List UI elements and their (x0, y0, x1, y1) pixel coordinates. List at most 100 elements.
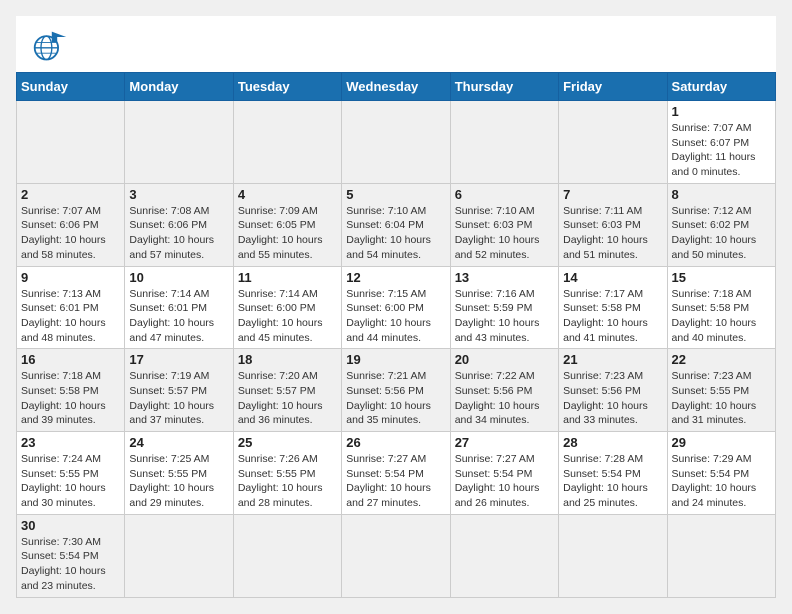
calendar-week-row: 30Sunrise: 7:30 AMSunset: 5:54 PMDayligh… (17, 514, 776, 597)
day-number: 27 (455, 435, 554, 450)
day-number: 26 (346, 435, 445, 450)
day-number: 20 (455, 352, 554, 367)
calendar-cell: 4 Sunrise: 7:09 AMSunset: 6:05 PMDaylight… (233, 183, 341, 266)
calendar-cell: 6 Sunrise: 7:10 AMSunset: 6:03 PMDaylight… (450, 183, 558, 266)
calendar-week-row: 2Sunrise: 7:07 AMSunset: 6:06 PMDaylight… (17, 183, 776, 266)
calendar-cell: 16 Sunrise: 7:18 AMSunset: 5:58 PMDayligh… (17, 349, 125, 432)
day-number: 29 (672, 435, 771, 450)
day-number: 14 (563, 270, 662, 285)
calendar-cell: 15Sunrise: 7:18 AMSunset: 5:58 PMDayligh… (667, 266, 775, 349)
day-number: 24 (129, 435, 228, 450)
day-info: Sunrise: 7:19 AMSunset: 5:57 PMDaylight:… (129, 369, 228, 428)
calendar-cell: 20 Sunrise: 7:22 AMSunset: 5:56 PMDayligh… (450, 349, 558, 432)
calendar-cell: 5 Sunrise: 7:10 AMSunset: 6:04 PMDaylight… (342, 183, 450, 266)
calendar-cell: 12 Sunrise: 7:15 AMSunset: 6:00 PMDayligh… (342, 266, 450, 349)
calendar-cell (342, 101, 450, 184)
calendar-cell: 2Sunrise: 7:07 AMSunset: 6:06 PMDaylight… (17, 183, 125, 266)
day-header-saturday: Saturday (667, 73, 775, 101)
day-info: Sunrise: 7:10 AMSunset: 6:04 PMDaylight:… (346, 204, 445, 263)
day-number: 25 (238, 435, 337, 450)
day-info: Sunrise: 7:07 AMSunset: 6:06 PMDaylight:… (21, 204, 120, 263)
day-number: 5 (346, 187, 445, 202)
day-info: Sunrise: 7:30 AMSunset: 5:54 PMDaylight:… (21, 535, 120, 594)
day-header-tuesday: Tuesday (233, 73, 341, 101)
day-info: Sunrise: 7:22 AMSunset: 5:56 PMDaylight:… (455, 369, 554, 428)
calendar-week-row: 1 Sunrise: 7:07 AMSunset: 6:07 PMDaylight… (17, 101, 776, 184)
calendar-cell: 9Sunrise: 7:13 AMSunset: 6:01 PMDaylight… (17, 266, 125, 349)
calendar-cell (17, 101, 125, 184)
day-info: Sunrise: 7:21 AMSunset: 5:56 PMDaylight:… (346, 369, 445, 428)
calendar-body: 1 Sunrise: 7:07 AMSunset: 6:07 PMDaylight… (17, 101, 776, 598)
days-header-row: SundayMondayTuesdayWednesdayThursdayFrid… (17, 73, 776, 101)
day-info: Sunrise: 7:23 AMSunset: 5:55 PMDaylight:… (672, 369, 771, 428)
day-info: Sunrise: 7:18 AMSunset: 5:58 PMDaylight:… (21, 369, 120, 428)
day-info: Sunrise: 7:11 AMSunset: 6:03 PMDaylight:… (563, 204, 662, 263)
calendar-cell: 1 Sunrise: 7:07 AMSunset: 6:07 PMDaylight… (667, 101, 775, 184)
day-info: Sunrise: 7:26 AMSunset: 5:55 PMDaylight:… (238, 452, 337, 511)
calendar-cell: 10Sunrise: 7:14 AMSunset: 6:01 PMDayligh… (125, 266, 233, 349)
day-info: Sunrise: 7:08 AMSunset: 6:06 PMDaylight:… (129, 204, 228, 263)
calendar-cell: 8 Sunrise: 7:12 AMSunset: 6:02 PMDaylight… (667, 183, 775, 266)
logo (32, 28, 74, 64)
day-info: Sunrise: 7:10 AMSunset: 6:03 PMDaylight:… (455, 204, 554, 263)
day-header-sunday: Sunday (17, 73, 125, 101)
calendar-week-row: 23 Sunrise: 7:24 AMSunset: 5:55 PMDayligh… (17, 432, 776, 515)
day-info: Sunrise: 7:25 AMSunset: 5:55 PMDaylight:… (129, 452, 228, 511)
day-header-wednesday: Wednesday (342, 73, 450, 101)
calendar-cell (125, 514, 233, 597)
calendar-cell: 27Sunrise: 7:27 AMSunset: 5:54 PMDayligh… (450, 432, 558, 515)
day-number: 8 (672, 187, 771, 202)
day-number: 19 (346, 352, 445, 367)
calendar-cell: 24 Sunrise: 7:25 AMSunset: 5:55 PMDayligh… (125, 432, 233, 515)
day-number: 17 (129, 352, 228, 367)
calendar-cell: 14 Sunrise: 7:17 AMSunset: 5:58 PMDayligh… (559, 266, 667, 349)
calendar-cell: 19 Sunrise: 7:21 AMSunset: 5:56 PMDayligh… (342, 349, 450, 432)
day-number: 18 (238, 352, 337, 367)
day-number: 21 (563, 352, 662, 367)
calendar-cell (342, 514, 450, 597)
calendar-cell: 22Sunrise: 7:23 AMSunset: 5:55 PMDayligh… (667, 349, 775, 432)
calendar-cell: 30Sunrise: 7:30 AMSunset: 5:54 PMDayligh… (17, 514, 125, 597)
day-header-monday: Monday (125, 73, 233, 101)
calendar-cell: 11Sunrise: 7:14 AMSunset: 6:00 PMDayligh… (233, 266, 341, 349)
calendar-cell: 21 Sunrise: 7:23 AMSunset: 5:56 PMDayligh… (559, 349, 667, 432)
calendar-cell (233, 101, 341, 184)
day-number: 12 (346, 270, 445, 285)
day-info: Sunrise: 7:20 AMSunset: 5:57 PMDaylight:… (238, 369, 337, 428)
day-number: 16 (21, 352, 120, 367)
day-number: 10 (129, 270, 228, 285)
day-info: Sunrise: 7:13 AMSunset: 6:01 PMDaylight:… (21, 287, 120, 346)
day-info: Sunrise: 7:16 AMSunset: 5:59 PMDaylight:… (455, 287, 554, 346)
day-number: 13 (455, 270, 554, 285)
day-info: Sunrise: 7:15 AMSunset: 6:00 PMDaylight:… (346, 287, 445, 346)
calendar-week-row: 16 Sunrise: 7:18 AMSunset: 5:58 PMDayligh… (17, 349, 776, 432)
day-number: 23 (21, 435, 120, 450)
day-number: 6 (455, 187, 554, 202)
calendar-cell (559, 101, 667, 184)
calendar-cell: 25 Sunrise: 7:26 AMSunset: 5:55 PMDayligh… (233, 432, 341, 515)
calendar-cell: 29 Sunrise: 7:29 AMSunset: 5:54 PMDayligh… (667, 432, 775, 515)
calendar-cell (667, 514, 775, 597)
day-info: Sunrise: 7:17 AMSunset: 5:58 PMDaylight:… (563, 287, 662, 346)
calendar-cell: 23 Sunrise: 7:24 AMSunset: 5:55 PMDayligh… (17, 432, 125, 515)
day-number: 11 (238, 270, 337, 285)
day-number: 7 (563, 187, 662, 202)
day-number: 3 (129, 187, 228, 202)
day-info: Sunrise: 7:24 AMSunset: 5:55 PMDaylight:… (21, 452, 120, 511)
day-info: Sunrise: 7:12 AMSunset: 6:02 PMDaylight:… (672, 204, 771, 263)
day-info: Sunrise: 7:23 AMSunset: 5:56 PMDaylight:… (563, 369, 662, 428)
day-info: Sunrise: 7:09 AMSunset: 6:05 PMDaylight:… (238, 204, 337, 263)
calendar-cell: 28Sunrise: 7:28 AMSunset: 5:54 PMDayligh… (559, 432, 667, 515)
calendar-cell: 13 Sunrise: 7:16 AMSunset: 5:59 PMDayligh… (450, 266, 558, 349)
day-info: Sunrise: 7:07 AMSunset: 6:07 PMDaylight:… (672, 121, 771, 180)
calendar-header: SundayMondayTuesdayWednesdayThursdayFrid… (17, 73, 776, 101)
day-info: Sunrise: 7:29 AMSunset: 5:54 PMDaylight:… (672, 452, 771, 511)
calendar-table: SundayMondayTuesdayWednesdayThursdayFrid… (16, 72, 776, 598)
calendar-cell: 18 Sunrise: 7:20 AMSunset: 5:57 PMDayligh… (233, 349, 341, 432)
calendar-cell: 3 Sunrise: 7:08 AMSunset: 6:06 PMDaylight… (125, 183, 233, 266)
header (16, 16, 776, 72)
day-number: 4 (238, 187, 337, 202)
calendar-page: SundayMondayTuesdayWednesdayThursdayFrid… (16, 16, 776, 598)
day-number: 1 (672, 104, 771, 119)
day-info: Sunrise: 7:18 AMSunset: 5:58 PMDaylight:… (672, 287, 771, 346)
